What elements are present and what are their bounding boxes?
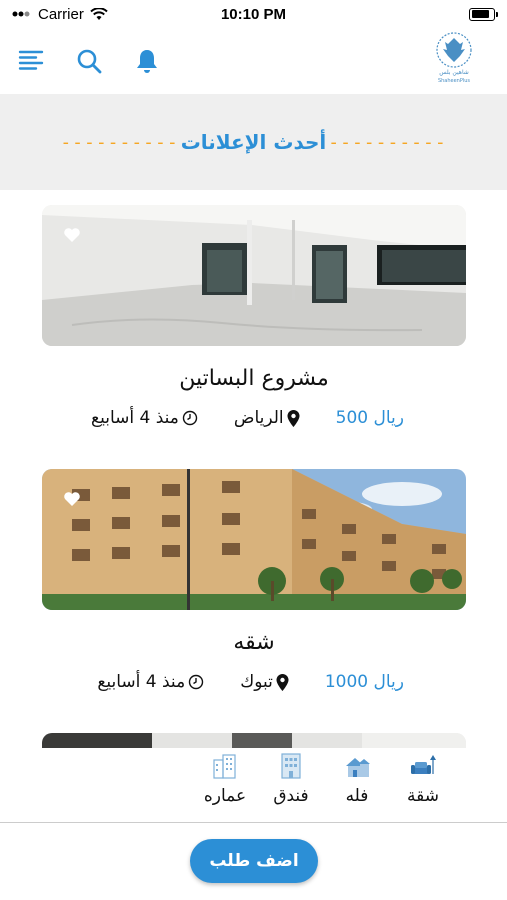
listing-image[interactable] xyxy=(42,205,466,346)
favorite-heart-icon[interactable] xyxy=(62,489,82,509)
listing-time: منذ 4 أسابيع xyxy=(97,672,204,692)
wifi-icon xyxy=(90,7,108,20)
listing-title: شقه xyxy=(233,630,275,655)
empty-room-photo xyxy=(42,205,466,346)
location-pin-icon xyxy=(276,673,289,691)
time-ago-text: منذ 4 أسابيع xyxy=(97,672,186,692)
menu-lines-icon xyxy=(18,50,44,70)
notifications-button[interactable] xyxy=(132,46,162,76)
shaheen-plus-logo: شاهين بلس xyxy=(436,32,472,76)
category-villa[interactable]: فله xyxy=(335,748,379,822)
hotel-icon xyxy=(281,753,301,779)
listing-card[interactable]: شقه منذ 4 أسابيع تبوك 1000 ريال xyxy=(42,469,466,692)
search-icon xyxy=(77,49,102,74)
favorite-heart-icon[interactable] xyxy=(62,225,82,245)
section-title: أحدث الإعلانات xyxy=(180,130,327,154)
bottom-divider xyxy=(0,822,507,823)
header-dashes-right: ---------- xyxy=(328,131,447,153)
search-button[interactable] xyxy=(74,46,104,76)
category-bar: عماره فندق فله شقة xyxy=(0,748,507,822)
villa-icon xyxy=(346,758,370,777)
category-building[interactable]: عماره xyxy=(203,748,247,822)
screen: Carrier 10:10 PM شاهين بلس ShaheenPlus -… xyxy=(0,0,507,900)
listing-meta: منذ 4 أسابيع تبوك 1000 ريال xyxy=(42,672,466,692)
svg-text:شاهين بلس: شاهين بلس xyxy=(439,69,469,76)
status-left: Carrier xyxy=(12,6,108,23)
logo-text: ShaheenPlus xyxy=(437,78,471,84)
header-dashes-left: ---------- xyxy=(60,131,179,153)
carrier-name: Carrier xyxy=(38,5,84,23)
apartment-sofa-icon xyxy=(411,755,436,774)
section-header: ---------- أحدث الإعلانات ---------- xyxy=(0,94,507,190)
listing-title: مشروع البساتين xyxy=(179,366,329,391)
top-nav: شاهين بلس ShaheenPlus xyxy=(0,28,507,94)
category-apartment[interactable]: شقة xyxy=(401,748,445,822)
add-request-button[interactable]: اضف طلب xyxy=(190,839,318,883)
clock-icon xyxy=(182,410,198,426)
menu-button[interactable] xyxy=(16,46,46,76)
location-text: تبوك xyxy=(240,672,273,692)
listing-time: منذ 4 أسابيع xyxy=(91,408,198,428)
category-label: فله xyxy=(345,786,369,806)
app-logo[interactable]: شاهين بلس ShaheenPlus xyxy=(431,30,477,92)
status-bar: Carrier 10:10 PM xyxy=(0,0,507,28)
apartment-building-photo xyxy=(42,469,466,610)
listing-location: الرياض xyxy=(234,408,300,428)
battery-fill xyxy=(471,10,490,18)
location-text: الرياض xyxy=(233,408,284,428)
building-icon xyxy=(213,754,236,779)
category-label: عماره xyxy=(203,786,247,806)
listing-price: 500 ريال xyxy=(335,408,404,428)
clock-icon xyxy=(188,674,204,690)
bell-icon xyxy=(137,50,157,73)
listing-image[interactable] xyxy=(42,469,466,610)
category-hotel[interactable]: فندق xyxy=(269,748,313,822)
location-pin-icon xyxy=(287,409,300,427)
listing-location: تبوك xyxy=(240,672,289,692)
listing-card[interactable]: مشروع البساتين منذ 4 أسابيع الرياض 500 ر… xyxy=(42,205,466,428)
category-label: شقة xyxy=(407,786,439,806)
category-label: فندق xyxy=(273,786,309,806)
time-ago-text: منذ 4 أسابيع xyxy=(91,408,179,428)
listing-price: 1000 ريال xyxy=(324,672,404,692)
cellular-dots-icon xyxy=(12,11,30,17)
battery-icon xyxy=(469,7,498,21)
listing-meta: منذ 4 أسابيع الرياض 500 ريال xyxy=(42,408,466,428)
